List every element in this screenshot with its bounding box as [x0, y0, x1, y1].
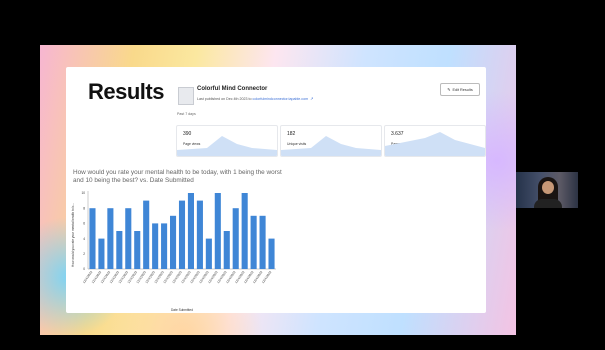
- y-tick-label: 0: [83, 267, 85, 271]
- bar: [98, 238, 105, 269]
- stat-card-pages-per-visit: 3.637 Pages views per visit (average): [384, 125, 486, 157]
- form-thumbnail: [178, 87, 194, 105]
- bar: [196, 200, 203, 269]
- stat-card-unique-visits: 182 Unique visits: [280, 125, 382, 157]
- results-page: Results Colorful Mind Connector Last pub…: [66, 67, 486, 313]
- x-axis-label: Date Submitted: [171, 308, 193, 312]
- published-link[interactable]: colorfulmindconnector.tapable.com: [253, 97, 309, 101]
- edit-results-button[interactable]: ✎ Edit Results: [440, 83, 480, 96]
- sparkline: [385, 132, 485, 156]
- bar: [134, 231, 141, 269]
- participant-shirt: [534, 199, 562, 208]
- period-label: Past 7 days: [177, 112, 196, 116]
- bar: [241, 193, 248, 269]
- y-tick-label: 2: [83, 252, 85, 256]
- published-info: Last published on Dec 4th 2023 to colorf…: [197, 97, 314, 102]
- bar: [161, 223, 168, 269]
- y-tick-label: 10: [81, 191, 85, 195]
- bar: [116, 231, 123, 269]
- sparkline: [177, 136, 277, 156]
- bar: [170, 215, 177, 269]
- y-tick-label: 6: [83, 222, 85, 226]
- participant-face: [542, 181, 554, 194]
- page-title: Results: [88, 79, 164, 104]
- bar: [232, 208, 239, 269]
- sparkline: [281, 136, 381, 156]
- bar: [214, 193, 221, 269]
- y-tick-label: 4: [83, 237, 85, 241]
- chart-title: How would you rate your mental health to…: [73, 169, 282, 184]
- edit-results-label: Edit Results: [452, 87, 473, 92]
- bar: [89, 208, 96, 269]
- bar: [205, 238, 212, 269]
- bar: [152, 223, 159, 269]
- bar: [187, 193, 194, 269]
- bar: [125, 208, 132, 269]
- bar: [178, 200, 186, 269]
- stat-card-page-views: 390 Page views: [176, 125, 278, 157]
- form-name: Colorful Mind Connector: [197, 86, 268, 92]
- bar: [268, 238, 275, 269]
- y-axis-label: How would you rate your mental health to…: [71, 203, 75, 267]
- external-link-icon[interactable]: ↗: [310, 97, 314, 101]
- bar: [223, 231, 230, 269]
- shared-screen: Results Colorful Mind Connector Last pub…: [40, 45, 516, 335]
- bar: [143, 200, 150, 269]
- webcam-thumbnail: [516, 172, 578, 208]
- bar: [250, 215, 257, 269]
- bar: [107, 208, 114, 269]
- y-tick-label: 8: [83, 206, 85, 210]
- published-text: Last published on Dec 4th 2023 to: [197, 97, 252, 101]
- screen-share-stage: Results Colorful Mind Connector Last pub…: [0, 0, 605, 350]
- pencil-icon: ✎: [447, 88, 451, 92]
- bar: [259, 215, 266, 269]
- bar-chart: 024681012/4/202312/4/202312/4/202312/4/2…: [71, 191, 276, 312]
